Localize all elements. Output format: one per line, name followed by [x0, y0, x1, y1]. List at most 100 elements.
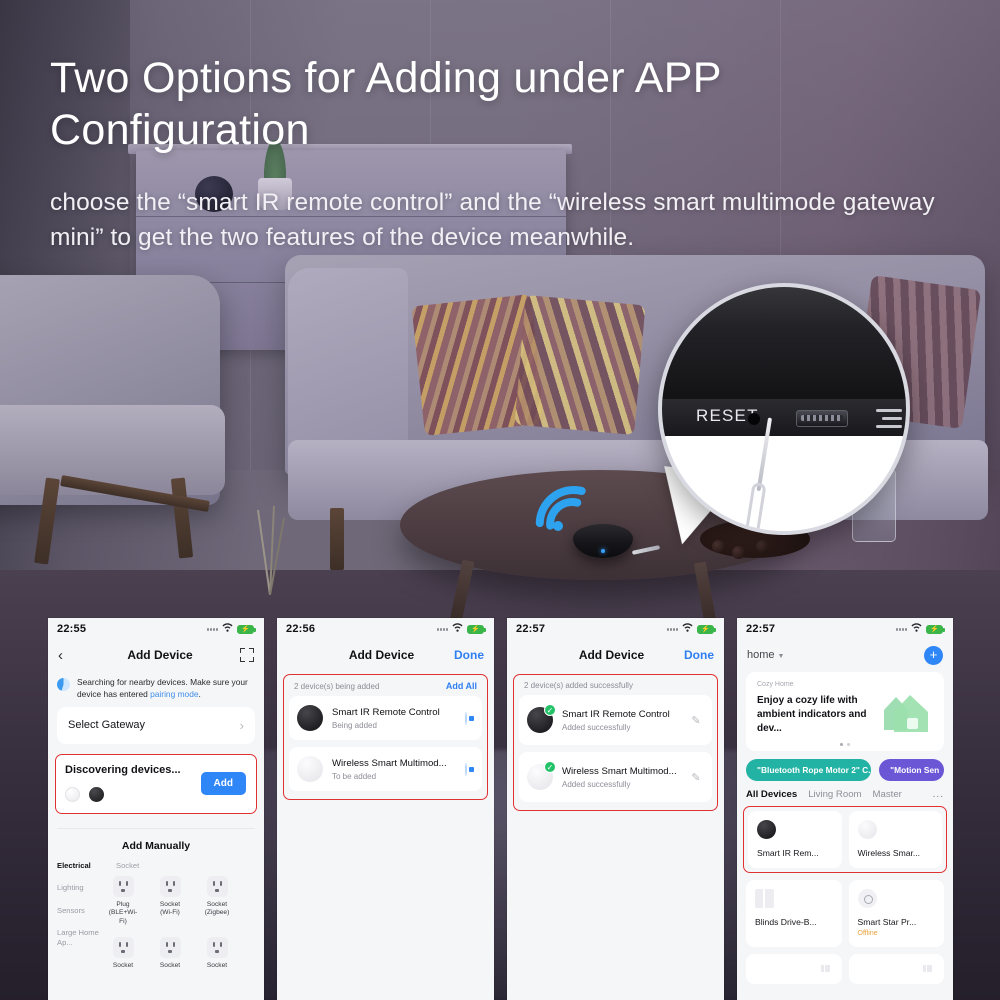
stop-square-icon[interactable]: [458, 711, 474, 725]
status-time: 22:55: [57, 623, 87, 635]
category-lighting[interactable]: Lighting: [57, 883, 102, 892]
chevron-right-icon: ›: [239, 717, 244, 733]
phone-screen-3: 22:57 ⚡ Add Device Done 2 device(s) adde…: [507, 618, 724, 1000]
device-tile[interactable]: Socket (Zigbee): [200, 875, 234, 927]
category-large-home-appliances[interactable]: Large Home Ap...: [57, 928, 102, 947]
status-bar: 22:56 ⚡: [277, 618, 494, 640]
device-led-indicator: [601, 549, 605, 553]
device-card-wireless-smart[interactable]: Wireless Smar...: [848, 811, 942, 868]
tab-all-devices[interactable]: All Devices: [746, 789, 797, 800]
banner-kicker: Cozy Home: [757, 681, 794, 688]
nav-bar: ‹ Add Device: [48, 640, 264, 670]
pencil-icon[interactable]: ✎: [688, 771, 704, 784]
scene-pill-motion-sensor[interactable]: "Motion Sen: [879, 759, 944, 781]
vent-slot: [882, 417, 902, 420]
carousel-dots: [840, 743, 850, 746]
category-electrical[interactable]: Electrical: [57, 861, 102, 870]
page-title: Two Options for Adding under APP Configu…: [50, 54, 721, 155]
status-time: 22:57: [746, 623, 776, 635]
sofa-leg: [330, 508, 344, 570]
device-card-blinds-drive[interactable]: Blinds Drive-B...: [746, 880, 842, 947]
done-button[interactable]: Done: [454, 648, 484, 662]
add-device-plus-button[interactable]: +: [924, 645, 943, 665]
device-card-name: Smart Star Pr...: [857, 917, 917, 927]
scan-qr-icon[interactable]: [240, 648, 254, 662]
tile-spec: (Wi-Fi): [160, 909, 180, 917]
device-status: To be added: [332, 771, 377, 781]
searching-text-end: .: [198, 688, 201, 699]
status-badge-offline: Offline: [857, 930, 878, 937]
device-card-name: Blinds Drive-B...: [755, 917, 817, 927]
callout-white-area: [662, 436, 906, 531]
vent-slot: [876, 425, 902, 428]
phone-screen-4: 22:57 ⚡ home ▼ + Cozy Home Enjoy a cozy l…: [737, 618, 953, 1000]
stop-square-icon[interactable]: [458, 762, 474, 776]
nav-bar: Add Device Done: [507, 640, 724, 670]
phone-screen-1: 22:55 ⚡ ‹ Add Device Searching for nearb…: [48, 618, 264, 1000]
device-row[interactable]: ✓ Wireless Smart Multimod... Added succe…: [519, 752, 712, 802]
signal-dots-icon: [207, 627, 218, 631]
select-gateway-row[interactable]: Select Gateway ›: [57, 706, 255, 744]
device-card-smart-ir-remote[interactable]: Smart IR Rem...: [748, 811, 842, 868]
device-row[interactable]: Smart IR Remote Control Being added: [289, 696, 482, 740]
category-list: Electrical Lighting Sensors Large Home A…: [48, 861, 102, 970]
socket-icon: [159, 875, 181, 897]
decor-bean: [756, 540, 769, 553]
white-puck-icon[interactable]: [65, 786, 80, 802]
tile-spec: (BLE+Wi-Fi): [108, 909, 138, 925]
devices-being-added-panel: 2 device(s) being added Add All Smart IR…: [283, 674, 488, 800]
white-puck-icon: ✓: [527, 761, 556, 790]
home-selector[interactable]: home ▼: [747, 649, 784, 661]
device-tile[interactable]: Socket (Wi-Fi): [153, 875, 187, 927]
category-sensors[interactable]: Sensors: [57, 906, 102, 915]
done-button[interactable]: Done: [684, 648, 714, 662]
check-icon: ✓: [544, 704, 556, 716]
status-time: 22:57: [516, 623, 546, 635]
tile-name: Plug: [116, 900, 130, 908]
device-tile[interactable]: Socket: [106, 936, 140, 971]
decor-sticks: [240, 500, 300, 596]
device-card-partial[interactable]: [848, 954, 944, 984]
device-card-smart-star-projector[interactable]: Smart Star Pr... Offline: [848, 880, 944, 947]
socket-icon: [112, 875, 134, 897]
tab-living-room[interactable]: Living Room: [808, 789, 861, 800]
page-title-1: Add Device: [127, 648, 193, 662]
panel-header-text: 2 device(s) added successfully: [524, 681, 633, 690]
back-button-icon[interactable]: ‹: [58, 647, 80, 664]
status-time: 22:56: [286, 623, 316, 635]
device-tile[interactable]: Plug (BLE+Wi-Fi): [106, 875, 140, 927]
pairing-mode-link[interactable]: pairing mode: [150, 689, 198, 699]
device-row[interactable]: ✓ Smart IR Remote Control Added successf…: [519, 695, 712, 745]
tab-master[interactable]: Master: [873, 789, 902, 800]
device-card-name: Wireless Smar...: [857, 848, 921, 858]
more-tabs-icon[interactable]: ...: [933, 789, 944, 800]
scene-pill-bluetooth-rope-motor[interactable]: "Bluetooth Rope Motor 2" C...: [746, 759, 872, 781]
device-card-partial[interactable]: [746, 954, 842, 984]
star-projector-icon: [857, 889, 877, 908]
devices-added-panel: 2 device(s) added successfully ✓ Smart I…: [513, 674, 718, 811]
device-row[interactable]: Wireless Smart Multimod... To be added: [289, 747, 482, 791]
device-status: Added successfully: [562, 722, 631, 732]
add-all-button[interactable]: Add All: [446, 681, 477, 691]
add-button[interactable]: Add: [200, 771, 246, 795]
device-tile-row: Socket Socket Socket: [102, 936, 264, 971]
device-tile[interactable]: Socket: [153, 936, 187, 971]
black-puck-icon[interactable]: [89, 786, 104, 802]
status-bar: 22:57 ⚡: [737, 618, 953, 640]
wifi-icon: [452, 623, 463, 635]
socket-icon: [159, 936, 181, 958]
tile-name: Socket: [112, 961, 134, 969]
wifi-icon: [911, 623, 922, 635]
room-tabs: All Devices Living Room Master ...: [737, 781, 953, 800]
white-puck-icon: [297, 756, 323, 782]
device-name: Wireless Smart Multimod...: [562, 765, 677, 777]
cozy-home-banner[interactable]: Cozy Home Enjoy a cozy life with ambient…: [746, 672, 944, 751]
socket-icon: [206, 936, 228, 958]
socket-icon: [112, 936, 134, 958]
usb-port-pins: [801, 415, 843, 421]
banner-text: Enjoy a cozy life with ambient indicator…: [757, 695, 867, 735]
device-grid-more: Blinds Drive-B... Smart Star Pr... Offli…: [746, 880, 944, 947]
device-name: Smart IR Remote Control: [562, 708, 670, 720]
device-tile[interactable]: Socket: [200, 936, 234, 971]
pencil-icon[interactable]: ✎: [688, 714, 704, 727]
